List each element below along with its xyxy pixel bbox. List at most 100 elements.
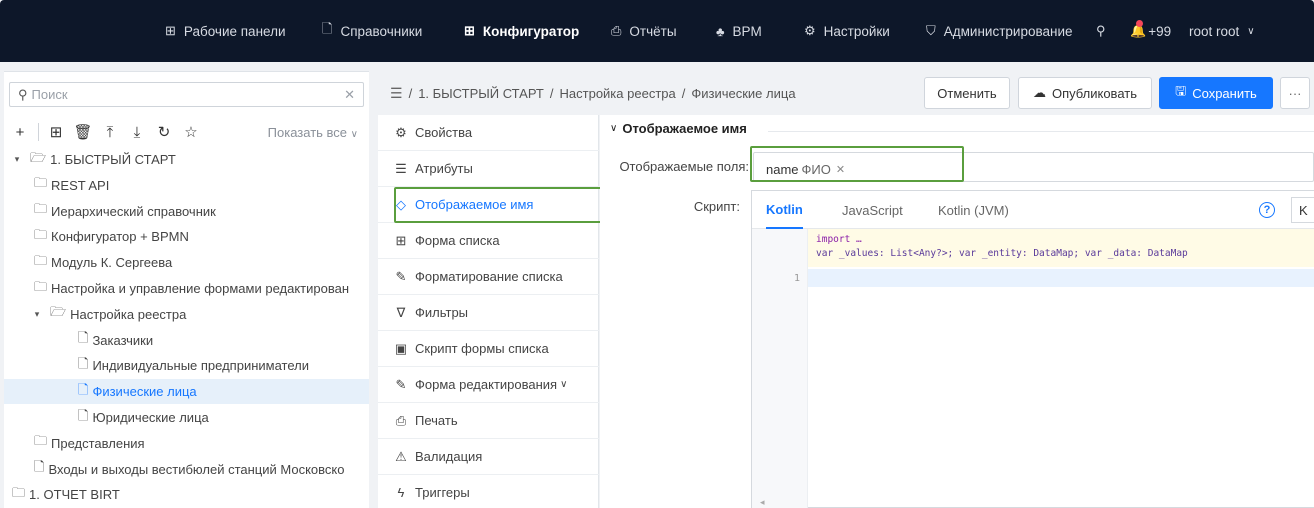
remove-tag-icon[interactable]: ✕ <box>836 163 845 176</box>
language-tabs: Kotlin JavaScript Kotlin (JVM) ? K <box>752 191 1314 229</box>
user-name: root root <box>1189 23 1240 39</box>
menu-item-list-form[interactable]: ⊞ Форма списка <box>378 223 599 259</box>
file-icon: 🗋 <box>78 381 89 397</box>
folder-icon: 🗀 <box>34 278 48 294</box>
printer-icon: ⎙ <box>395 412 407 428</box>
nav-settings[interactable]: ⚙ Настройки <box>804 0 890 62</box>
script-label: Скрипт: <box>693 199 740 214</box>
code-input-line[interactable] <box>808 269 1314 287</box>
tab-kotlin[interactable]: Kotlin <box>766 191 803 229</box>
help-icon[interactable]: ? <box>1259 202 1275 218</box>
menu-item-triggers[interactable]: ϟ Триггеры <box>378 475 599 508</box>
delete-icon[interactable]: 🗑 <box>72 121 94 143</box>
upload-icon[interactable]: ⤒ <box>99 121 121 143</box>
menu-item-validation[interactable]: ⚠ Валидация <box>378 439 599 475</box>
tree-item[interactable]: 🗋 Индивидуальные предприниматели <box>4 353 369 378</box>
menu-item-print[interactable]: ⎙ Печать <box>378 403 599 439</box>
nav-dashboards[interactable]: ⊞ Рабочие панели <box>165 0 286 62</box>
caret-down-icon[interactable]: ▾ <box>10 154 24 165</box>
tree-item[interactable]: 🗀 Иерархический справочник <box>4 199 369 224</box>
search-button[interactable]: ⚲ <box>1096 0 1106 62</box>
tree-item-label: Настройка реестра <box>70 306 187 322</box>
nav-reports[interactable]: ⎙ Отчёты <box>611 0 677 62</box>
printer-icon: ⎙ <box>611 23 622 38</box>
display-fields-select[interactable]: name ФИО ✕ <box>753 152 1314 182</box>
menu-item-edit-form[interactable]: ✎ Форма редактирования ∨ <box>378 367 599 403</box>
new-folder-icon[interactable]: ⊞ <box>45 121 67 143</box>
tab-javascript[interactable]: JavaScript <box>842 191 903 229</box>
download-icon[interactable]: ⤓ <box>126 121 148 143</box>
fields-label: Отображаемые поля: <box>619 159 749 174</box>
gear-icon: ⚙ <box>395 124 407 140</box>
grid-icon: ⊞ <box>165 23 176 38</box>
more-button[interactable]: ··· <box>1280 77 1310 109</box>
k-button[interactable]: K <box>1291 197 1314 223</box>
publish-button[interactable]: ☁ Опубликовать <box>1018 77 1152 109</box>
tree-item[interactable]: 🗀 Представления <box>4 431 369 456</box>
tree-item-label: Модуль К. Сергеева <box>51 255 173 271</box>
menu-item-list-formatting[interactable]: ✎ Форматирование списка <box>378 259 599 295</box>
section-header[interactable]: ∨ Отображаемое имя <box>610 121 747 136</box>
add-icon[interactable]: + <box>9 121 31 143</box>
notifications-button[interactable]: 🔔 +99 <box>1130 0 1171 62</box>
show-all-dropdown[interactable]: Показать все ∨ <box>268 125 358 140</box>
tree-item-label: Юридические лица <box>92 410 209 425</box>
lightning-icon: ϟ <box>397 485 405 500</box>
code-editor: Kotlin JavaScript Kotlin (JVM) ? K impor… <box>751 190 1314 508</box>
menu-item-attributes[interactable]: ☰ Атрибуты <box>378 151 599 187</box>
tree-item[interactable]: ▾ 🗁 1. БЫСТРЫЙ СТАРТ <box>4 147 369 172</box>
nav-administration[interactable]: ⛉ Администрирование <box>926 0 1073 62</box>
search-placeholder: Поиск <box>31 87 68 102</box>
tree-item-label: Представления <box>51 435 145 451</box>
tag-icon: ◇ <box>396 196 406 212</box>
tree-item[interactable]: 🗀 Модуль К. Сергеева <box>4 250 369 275</box>
list-icon: ☰ <box>395 160 407 176</box>
tree-item-label: Иерархический справочник <box>51 203 216 219</box>
tree-item[interactable]: 🗋 Входы и выходы вестибюлей станций Моско… <box>4 457 369 482</box>
file-icon: 🗋 <box>34 459 45 475</box>
nav-configurator[interactable]: ⊞ Конфигуратор <box>464 0 579 62</box>
tree-item[interactable]: 🗀 REST API <box>4 173 369 198</box>
tree-item[interactable]: 🗀 Настройка и управление формами редактир… <box>4 276 369 301</box>
field-tag: name ФИО ✕ <box>766 161 846 177</box>
horizontal-scrollbar[interactable]: ◂ <box>752 497 1314 508</box>
tree-item-label: Входы и выходы вестибюлей станций Москов… <box>48 461 345 477</box>
folder-icon: 🗁 <box>50 304 67 320</box>
menu-item-filters[interactable]: ∇ Фильтры <box>378 295 599 331</box>
clear-icon[interactable]: ✕ <box>344 87 355 103</box>
caret-down-icon[interactable]: ▾ <box>30 309 44 320</box>
tree-item-label: Конфигуратор + BPMN <box>51 229 189 245</box>
folder-icon: 🗀 <box>34 201 48 217</box>
tab-kotlin-jvm[interactable]: Kotlin (JVM) <box>938 191 1009 229</box>
star-icon[interactable]: ☆ <box>180 121 202 143</box>
nav-references[interactable]: 🗋 Справочники <box>322 0 422 62</box>
tree-item-label: Настройка и управление формами редактиро… <box>51 281 350 296</box>
tree-item[interactable]: 🗋 Юридические лица <box>4 405 369 430</box>
tree-item[interactable]: 🗋 Физические лица <box>4 379 369 405</box>
terminal-icon: ▣ <box>394 340 408 356</box>
collapse-sidebar-icon[interactable]: ☰ <box>390 85 403 102</box>
chevron-down-icon: ∨ <box>560 379 568 390</box>
breadcrumb-item[interactable]: 1. БЫСТРЫЙ СТАРТ <box>418 86 544 101</box>
breadcrumb-item[interactable]: Настройка реестра <box>560 86 676 101</box>
cloud-upload-icon: ☁ <box>1032 85 1046 100</box>
menu-item-display-name[interactable]: ◇ Отображаемое имя <box>378 187 599 223</box>
tree-item-label: REST API <box>51 177 110 193</box>
menu-item-list-form-script[interactable]: ▣ Скрипт формы списка <box>378 331 599 367</box>
tree-item[interactable]: 🗀 Конфигуратор + BPMN <box>4 224 369 249</box>
refresh-icon[interactable]: ↻ <box>153 121 175 143</box>
search-input[interactable]: ⚲ Поиск ✕ <box>9 82 364 107</box>
nav-bpm[interactable]: ♣ BPM <box>716 0 762 62</box>
save-button[interactable]: 🖫 Сохранить <box>1159 77 1273 109</box>
brush-icon: ✎ <box>395 268 407 284</box>
tree-item[interactable]: 🗀 1. ОТЧЕТ BIRT <box>4 482 369 507</box>
menu-item-properties[interactable]: ⚙ Свойства <box>378 115 599 151</box>
tree-item[interactable]: ▾ 🗁 Настройка реестра <box>4 302 369 327</box>
folder-icon: 🗀 <box>34 226 48 242</box>
tree-item[interactable]: 🗋 Заказчики <box>4 328 369 353</box>
gear-icon: ⚙ <box>804 23 816 38</box>
scroll-left-icon[interactable]: ◂ <box>760 497 765 508</box>
user-menu[interactable]: root root ∨ <box>1189 0 1255 62</box>
tree-item-label: Физические лица <box>92 384 197 400</box>
cancel-button[interactable]: Отменить <box>924 77 1010 109</box>
